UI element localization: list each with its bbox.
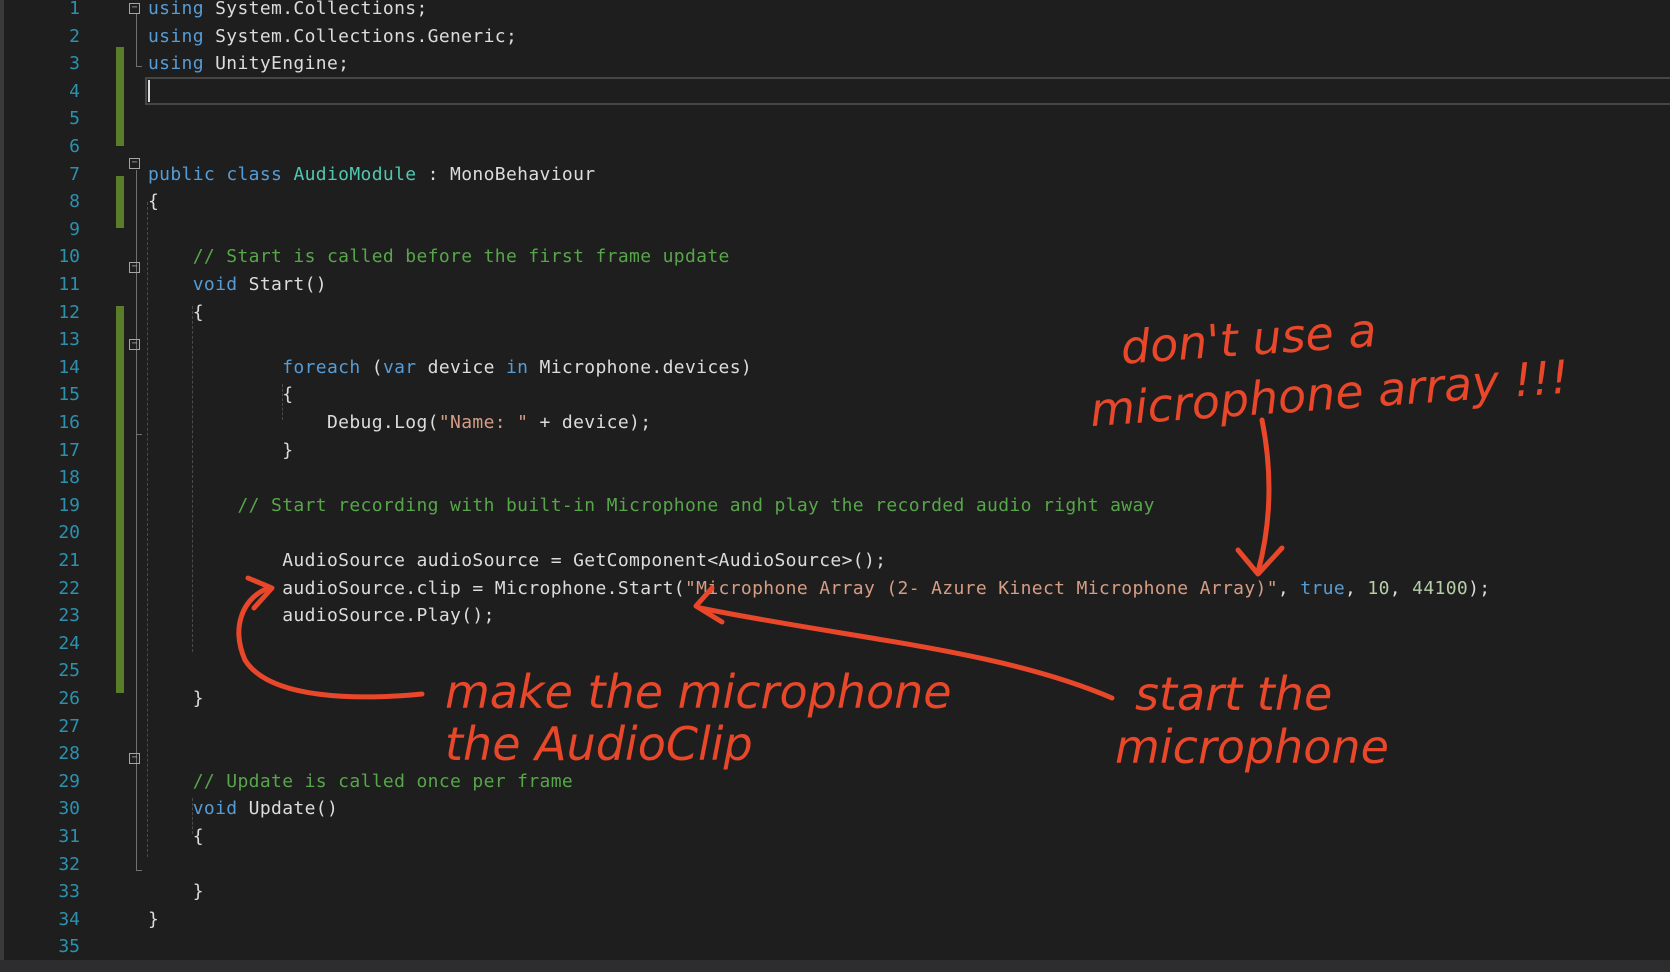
handwritten-annotations: don't use a microphone array !!! make th… bbox=[236, 303, 1571, 774]
note-start-line1: start the bbox=[1135, 667, 1332, 721]
note-clip-line1: make the microphone bbox=[445, 665, 952, 719]
note-start-line2: microphone bbox=[1115, 720, 1389, 774]
arrowhead-icon bbox=[693, 585, 725, 625]
note-array-line1: don't use a bbox=[1119, 303, 1378, 375]
arrow-to-clip-assignment bbox=[236, 585, 425, 700]
note-clip-line2: the AudioClip bbox=[445, 717, 753, 771]
arrow-to-string bbox=[1255, 417, 1272, 575]
